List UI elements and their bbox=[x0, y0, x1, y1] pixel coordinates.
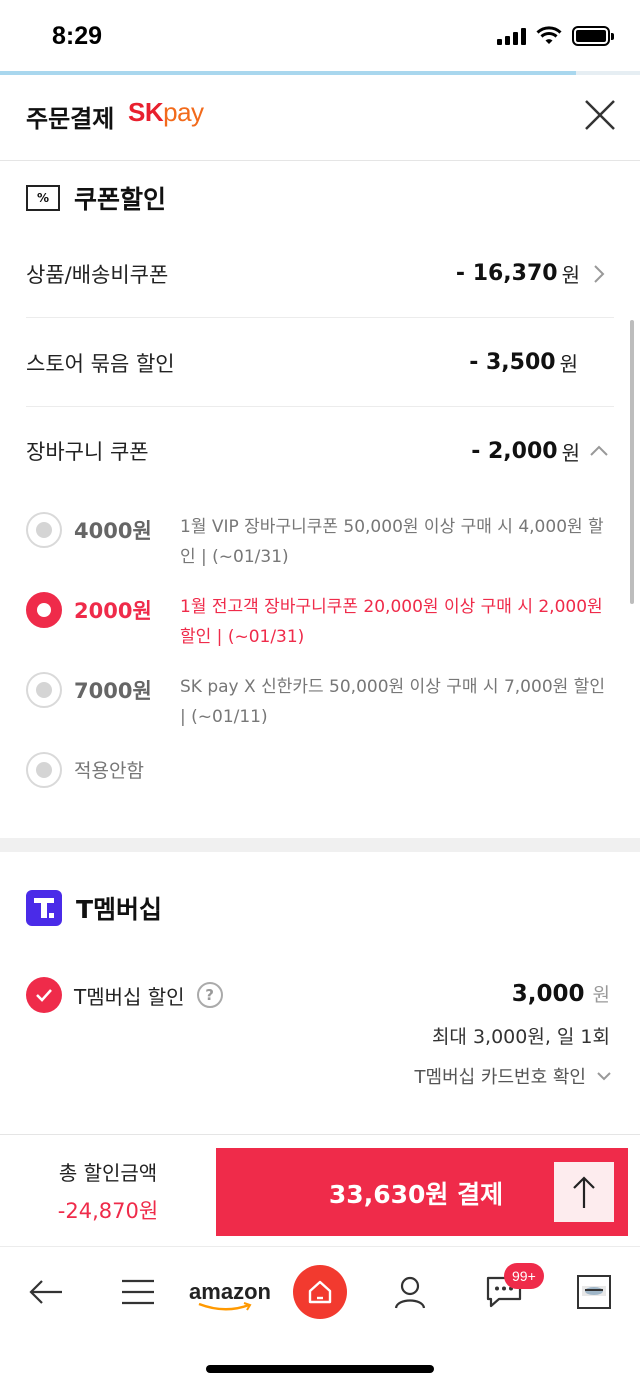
header: 주문결제 SKpay bbox=[0, 75, 640, 161]
scroll-top-button[interactable] bbox=[554, 1162, 614, 1222]
status-bar: 8:29 bbox=[0, 0, 640, 72]
hamburger-menu-icon bbox=[122, 1279, 154, 1305]
scrollbar[interactable] bbox=[630, 320, 634, 604]
home-button[interactable] bbox=[292, 1265, 348, 1319]
page-title: 주문결제 bbox=[26, 105, 115, 133]
option-description: 1월 전고객 장바구니쿠폰 20,000원 이상 구매 시 2,000원 할인 … bbox=[180, 597, 603, 647]
row-value: - 3,500 bbox=[469, 350, 556, 375]
menu-button[interactable] bbox=[112, 1265, 164, 1319]
radio-button[interactable] bbox=[26, 672, 62, 708]
cart-coupon-option-none[interactable]: 적용안함 bbox=[26, 752, 616, 788]
checkbox-checked[interactable] bbox=[26, 977, 62, 1013]
back-button[interactable] bbox=[20, 1265, 72, 1319]
row-value: - 16,370 bbox=[455, 261, 558, 286]
amazon-smile-icon bbox=[198, 1302, 252, 1311]
row-label: 장바구니 쿠폰 bbox=[26, 440, 149, 464]
row-label: 스토어 묶음 할인 bbox=[26, 351, 175, 376]
option-amount: 7000원 bbox=[74, 679, 152, 703]
t-membership-logo-icon bbox=[26, 890, 62, 926]
cart-coupon-row[interactable]: 장바구니 쿠폰 - 2,000 원 bbox=[26, 407, 614, 495]
section-divider bbox=[0, 838, 640, 852]
bottom-nav: amazon bbox=[0, 1246, 640, 1334]
t-membership-section-title: T멤버십 bbox=[26, 890, 162, 926]
option-label: 적용안함 bbox=[74, 760, 144, 782]
radio-button[interactable] bbox=[26, 752, 62, 788]
user-icon bbox=[394, 1276, 426, 1309]
cart-coupon-option-selected[interactable]: 2000원 1월 전고객 장바구니쿠폰 20,000원 이상 구매 시 2,00… bbox=[26, 592, 616, 652]
option-description: SK pay X 신한카드 50,000원 이상 구매 시 7,000원 할인 … bbox=[180, 677, 605, 727]
arrow-left-icon bbox=[29, 1280, 62, 1304]
my-page-button[interactable] bbox=[384, 1265, 436, 1319]
coupon-icon: % bbox=[26, 185, 60, 211]
store-bundle-discount-row: 스토어 묶음 할인 - 3,500 원 bbox=[26, 319, 614, 407]
pay-button[interactable]: 33,630원 결제 bbox=[216, 1148, 628, 1236]
total-discount-label: 총 할인금액 bbox=[58, 1161, 158, 1185]
cart-coupon-option[interactable]: 4000원 1월 VIP 장바구니쿠폰 50,000원 이상 구매 시 4,00… bbox=[26, 512, 616, 572]
row-label: 상품/배송비쿠폰 bbox=[26, 262, 169, 287]
skpay-logo: SKpay bbox=[128, 97, 204, 127]
coupon-section-title: % 쿠폰할인 bbox=[26, 180, 166, 216]
t-membership-discount-label: T멤버십 할인 bbox=[74, 984, 185, 1009]
close-button[interactable] bbox=[582, 97, 618, 133]
battery-icon bbox=[572, 26, 614, 46]
amazon-logo: amazon bbox=[189, 1279, 271, 1311]
pay-bar: 총 할인금액 -24,870원 33,630원 결제 bbox=[0, 1134, 640, 1246]
checkmark-icon bbox=[36, 989, 52, 1002]
chevron-down-icon bbox=[597, 1072, 611, 1081]
radio-button-selected[interactable] bbox=[26, 592, 62, 628]
notification-badge: 99+ bbox=[504, 1263, 544, 1289]
radio-button[interactable] bbox=[26, 512, 62, 548]
arrow-up-icon bbox=[573, 1176, 595, 1208]
recent-view-button[interactable] bbox=[570, 1265, 618, 1319]
home-icon bbox=[308, 1280, 332, 1304]
help-icon[interactable]: ? bbox=[196, 982, 223, 1008]
row-value: - 2,000 bbox=[471, 438, 558, 464]
t-membership-amount: 3,000 원 bbox=[511, 981, 610, 1007]
option-amount: 2000원 bbox=[74, 599, 152, 623]
chevron-right-icon bbox=[584, 259, 614, 289]
chevron-up-icon bbox=[584, 436, 614, 466]
product-shipping-coupon-row[interactable]: 상품/배송비쿠폰 - 16,370 원 bbox=[26, 230, 614, 318]
total-discount-value: -24,870원 bbox=[57, 1199, 159, 1223]
cart-coupon-option[interactable]: 7000원 SK pay X 신한카드 50,000원 이상 구매 시 7,00… bbox=[26, 672, 616, 732]
close-icon bbox=[585, 100, 615, 130]
wifi-icon bbox=[536, 26, 562, 44]
amazon-button[interactable]: amazon bbox=[184, 1265, 276, 1319]
option-description: 1월 VIP 장바구니쿠폰 50,000원 이상 구매 시 4,000원 할인 … bbox=[180, 517, 604, 567]
home-indicator bbox=[206, 1365, 434, 1373]
t-membership-limit: 최대 3,000원, 일 1회 bbox=[431, 1026, 610, 1048]
signal-icon bbox=[497, 27, 526, 45]
option-amount: 4000원 bbox=[74, 519, 152, 543]
t-membership-card-check[interactable]: T멤버십 카드번호 확인 bbox=[415, 1063, 612, 1089]
status-icons bbox=[497, 26, 614, 46]
t-membership-discount-toggle[interactable]: T멤버십 할인 ? bbox=[26, 977, 223, 1013]
product-thumbnail-icon bbox=[577, 1275, 611, 1309]
status-time: 8:29 bbox=[52, 22, 103, 50]
